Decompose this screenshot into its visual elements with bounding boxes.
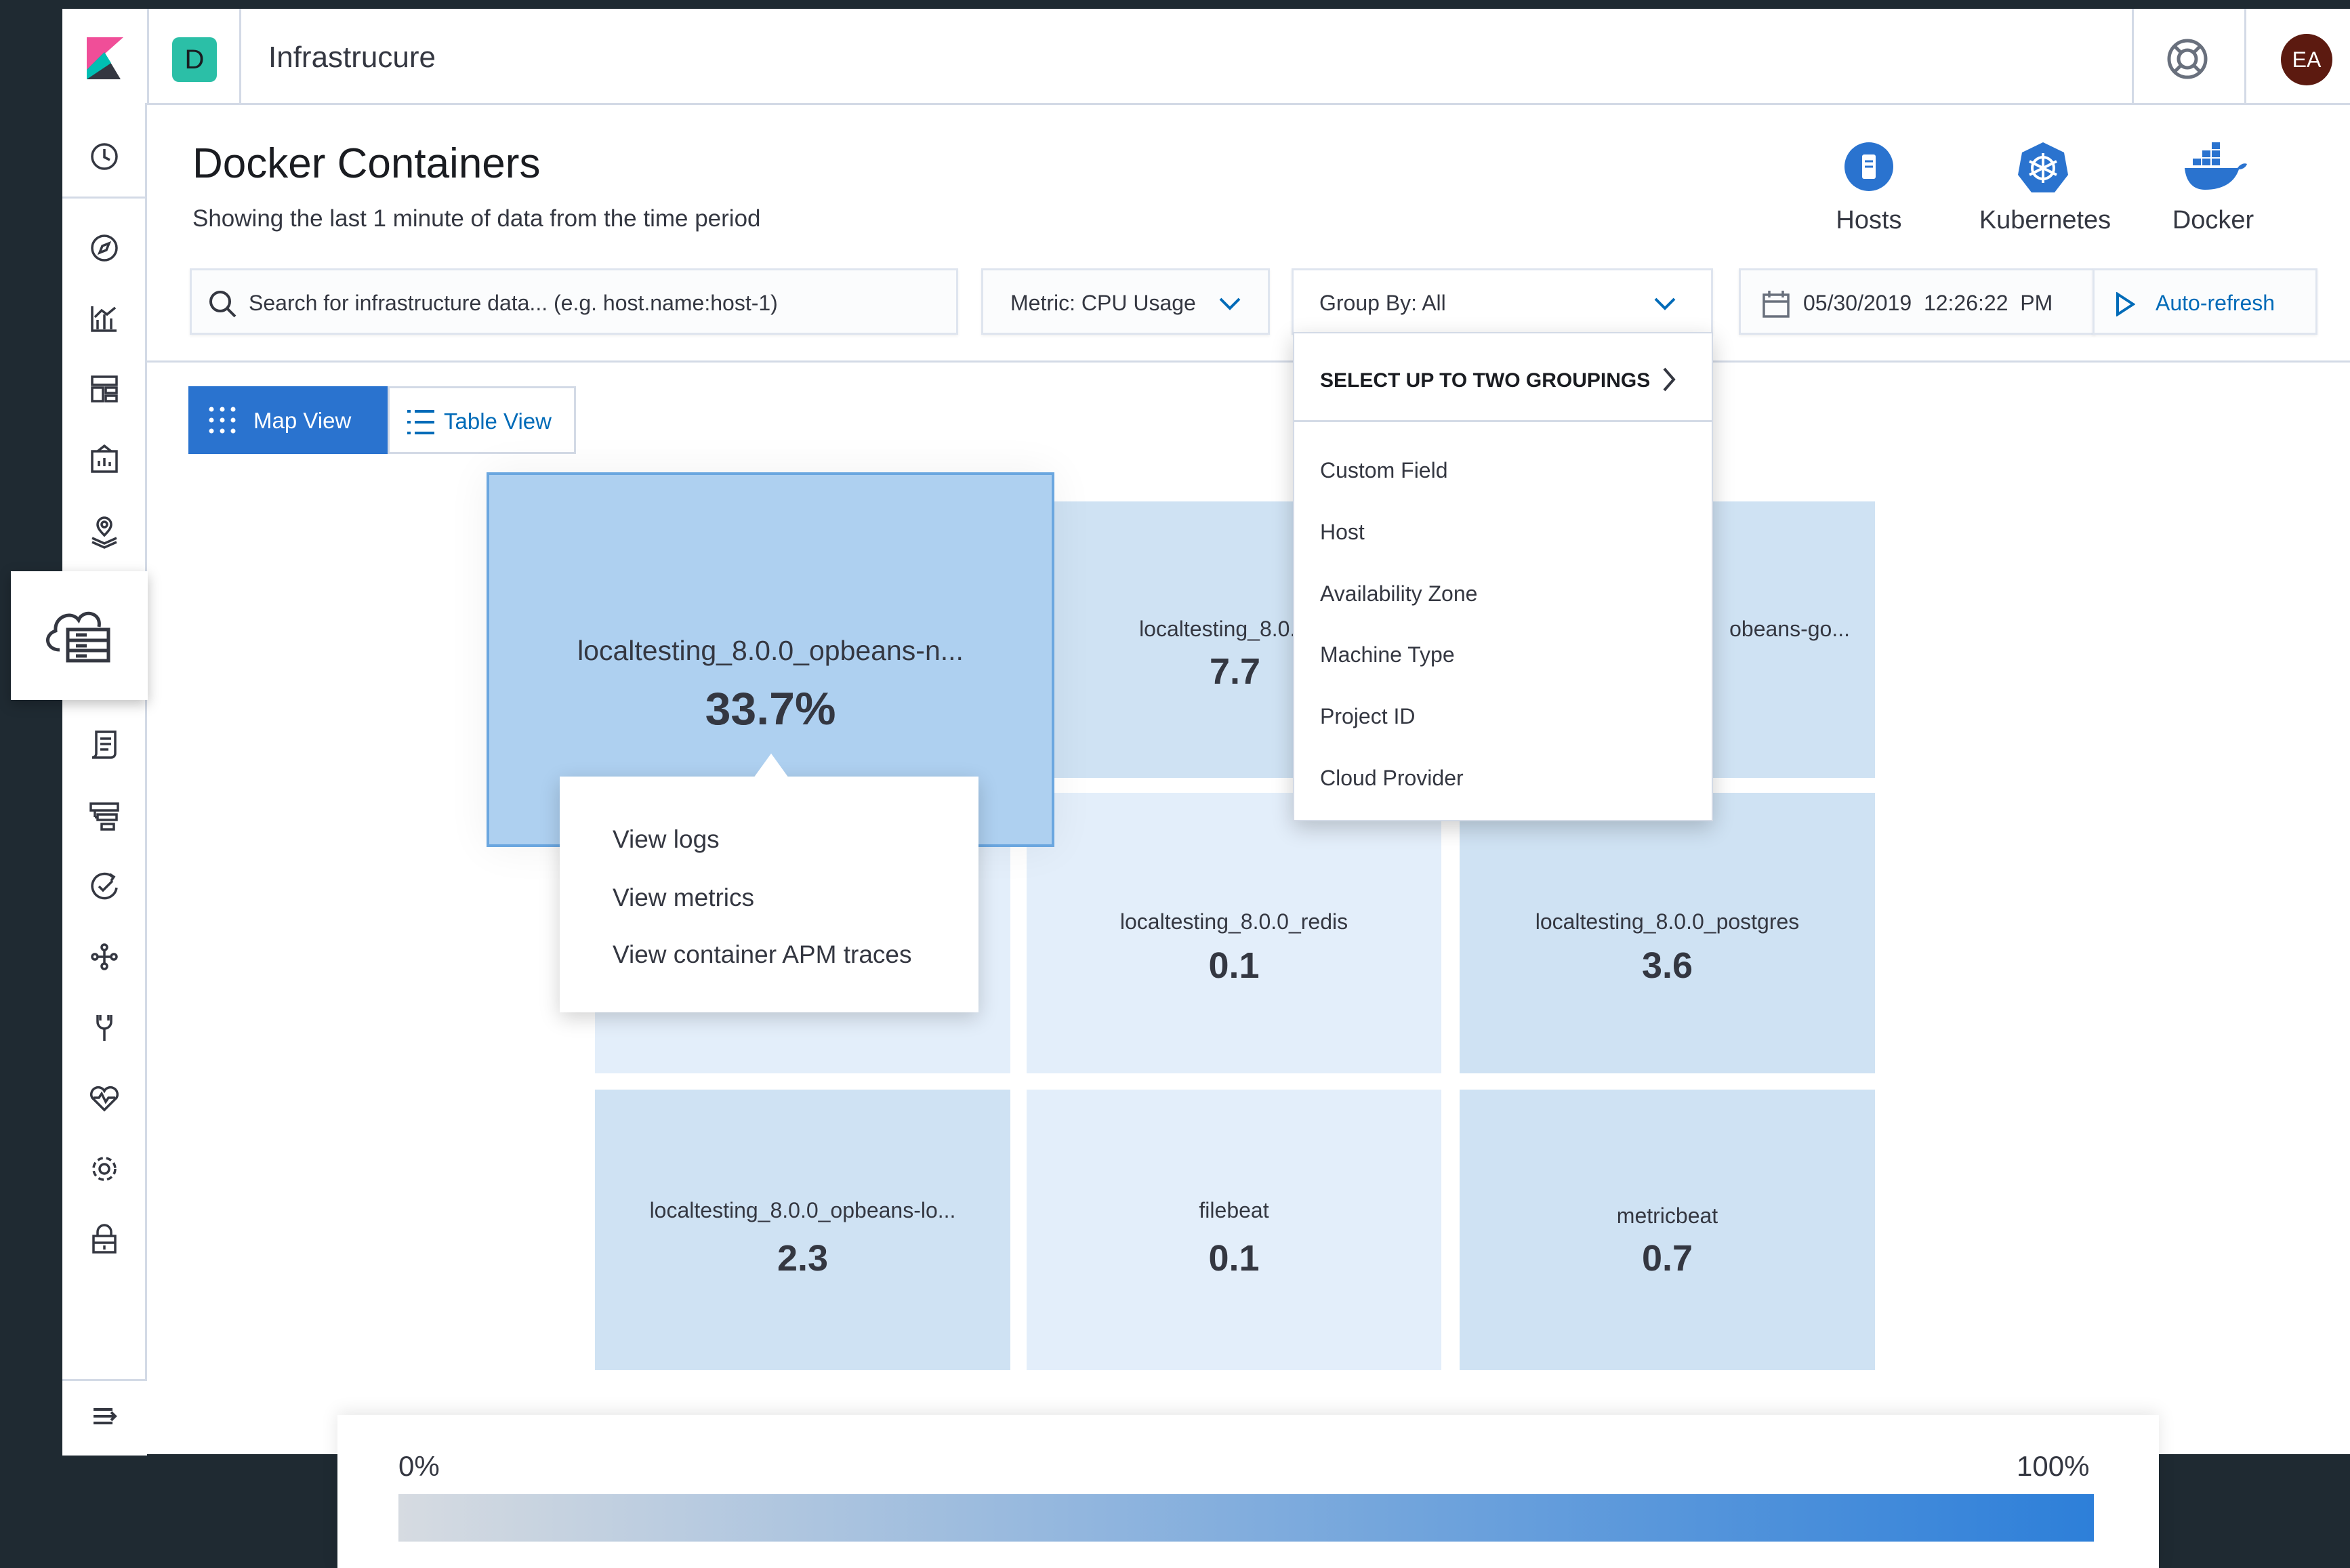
management-gear-icon[interactable] — [85, 1150, 123, 1188]
list-icon — [407, 410, 434, 434]
date-time-value: 05/30/2019 12:26:22 PM — [1803, 291, 2053, 315]
chevron-right-icon[interactable] — [1660, 366, 1678, 393]
page-subtitle: Showing the last 1 minute of data from t… — [192, 205, 761, 232]
dev-tools-icon[interactable] — [85, 1008, 123, 1046]
group-option-machine-type[interactable]: Machine Type — [1320, 642, 1455, 667]
date-picker[interactable]: 05/30/2019 12:26:22 PM — [1739, 268, 2095, 335]
search-input[interactable]: Search for infrastructure data... (e.g. … — [190, 268, 958, 335]
breadcrumb[interactable]: Infrastrucure — [268, 41, 436, 75]
recent-clock-icon[interactable] — [85, 138, 123, 176]
user-avatar[interactable]: EA — [2281, 34, 2332, 85]
group-by-dropdown — [1293, 332, 1713, 821]
discover-compass-icon[interactable] — [85, 229, 123, 267]
auto-refresh-button[interactable]: Auto-refresh — [2093, 268, 2317, 335]
infrastructure-cloud-icon — [46, 611, 110, 663]
container-tile[interactable]: localtesting_8.0.0_opbeans-lo... 2.3 — [595, 1090, 1010, 1370]
tile-value: 33.7% — [705, 683, 836, 735]
metric-label: Metric: CPU Usage — [1010, 291, 1196, 315]
header-divider — [239, 9, 241, 103]
legend-min-label: 0% — [398, 1450, 440, 1482]
nav-item-infrastructure-active[interactable] — [11, 571, 148, 700]
kubernetes-label: Kubernetes — [1979, 206, 2111, 234]
nav-divider — [62, 197, 147, 199]
header-divider — [147, 9, 149, 103]
inventory-docker-button[interactable]: Docker — [2145, 138, 2281, 247]
group-option-host[interactable]: Host — [1320, 520, 1365, 545]
grid-dots-icon — [209, 407, 236, 434]
tile-value: 3.6 — [1641, 945, 1693, 986]
header-divider — [2244, 9, 2246, 103]
visualize-chart-icon[interactable] — [85, 300, 123, 337]
dashboard-icon[interactable] — [85, 370, 123, 408]
tile-name: localtesting_8.0.0_postgres — [1535, 909, 1800, 934]
view-apm-traces-item[interactable]: View container APM traces — [613, 941, 911, 969]
inventory-hosts-button[interactable]: Hosts — [1801, 138, 1937, 247]
page-title: Docker Containers — [192, 140, 541, 187]
table-view-button[interactable]: Table View — [388, 386, 576, 454]
popover-arrow — [754, 754, 789, 778]
docker-label: Docker — [2172, 206, 2254, 234]
canvas-icon[interactable] — [85, 440, 123, 478]
space-badge[interactable]: D — [172, 37, 217, 82]
uptime-icon[interactable] — [85, 867, 123, 905]
kubernetes-icon — [2018, 142, 2068, 192]
group-option-cloud-provider[interactable]: Cloud Provider — [1320, 766, 1464, 791]
tile-name: localtesting_8.0.0_opbeans-n... — [577, 635, 964, 666]
group-option-project-id[interactable]: Project ID — [1320, 704, 1415, 729]
graph-icon[interactable] — [85, 938, 123, 976]
security-lock-icon[interactable] — [85, 1220, 123, 1258]
collapse-menu-icon[interactable] — [85, 1397, 123, 1435]
legend-max-label: 100% — [2017, 1450, 2090, 1482]
chevron-down-icon — [1654, 297, 1676, 310]
tile-value: 2.3 — [777, 1238, 829, 1279]
play-icon — [2116, 292, 2135, 316]
server-icon — [1844, 142, 1893, 191]
tile-name: localtesting_8.0.0_redis — [1119, 909, 1348, 934]
maps-icon[interactable] — [85, 512, 123, 550]
header-divider — [2132, 9, 2134, 103]
group-by-select[interactable]: Group By: All — [1292, 268, 1713, 335]
kibana-logo[interactable] — [84, 37, 126, 79]
auto-refresh-label: Auto-refresh — [2156, 291, 2275, 315]
tile-name: filebeat — [1199, 1198, 1269, 1222]
tile-value: 0.7 — [1641, 1238, 1693, 1279]
logs-icon[interactable] — [85, 725, 123, 763]
color-legend — [337, 1415, 2159, 1568]
chevron-down-icon — [1219, 297, 1241, 310]
tile-value: 0.1 — [1208, 1238, 1260, 1279]
group-by-label: Group By: All — [1319, 291, 1446, 315]
tile-context-menu: View logs View metrics View container AP… — [560, 777, 978, 1012]
map-view-button[interactable]: Map View — [188, 386, 388, 454]
tile-name: metricbeat — [1616, 1203, 1718, 1228]
container-tile[interactable]: localtesting_8.0.0_postgres 3.6 — [1460, 793, 1875, 1073]
dropdown-divider — [1294, 420, 1712, 422]
docker-icon — [2185, 142, 2247, 190]
search-icon — [209, 291, 236, 318]
group-option-availability-zone[interactable]: Availability Zone — [1320, 581, 1477, 606]
calendar-icon — [1762, 291, 1790, 318]
dropdown-header[interactable]: SELECT UP TO TWO GROUPINGS — [1320, 369, 1650, 392]
apm-icon[interactable] — [85, 796, 123, 833]
tile-value: 0.1 — [1208, 945, 1260, 986]
monitoring-heart-icon[interactable] — [85, 1079, 123, 1117]
inventory-kubernetes-button[interactable]: Kubernetes — [1971, 138, 2120, 247]
view-logs-item[interactable]: View logs — [613, 825, 720, 854]
help-icon[interactable] — [2166, 37, 2209, 81]
toolbar-divider — [147, 360, 2350, 363]
view-metrics-item[interactable]: View metrics — [613, 884, 754, 912]
legend-gradient-bar — [398, 1494, 2094, 1542]
table-view-label: Table View — [444, 409, 552, 434]
container-tile[interactable]: localtesting_8.0.0_redis 0.1 — [1027, 793, 1441, 1073]
search-placeholder: Search for infrastructure data... (e.g. … — [249, 291, 778, 315]
metric-select[interactable]: Metric: CPU Usage — [981, 268, 1270, 335]
group-option-custom-field[interactable]: Custom Field — [1320, 458, 1448, 483]
tile-name: localtesting_8.0.0_opbeans-lo... — [649, 1198, 956, 1222]
container-tile[interactable]: metricbeat 0.7 — [1460, 1090, 1875, 1370]
container-tile[interactable]: filebeat 0.1 — [1027, 1090, 1441, 1370]
hosts-label: Hosts — [1836, 206, 1902, 234]
map-view-label: Map View — [253, 408, 352, 433]
